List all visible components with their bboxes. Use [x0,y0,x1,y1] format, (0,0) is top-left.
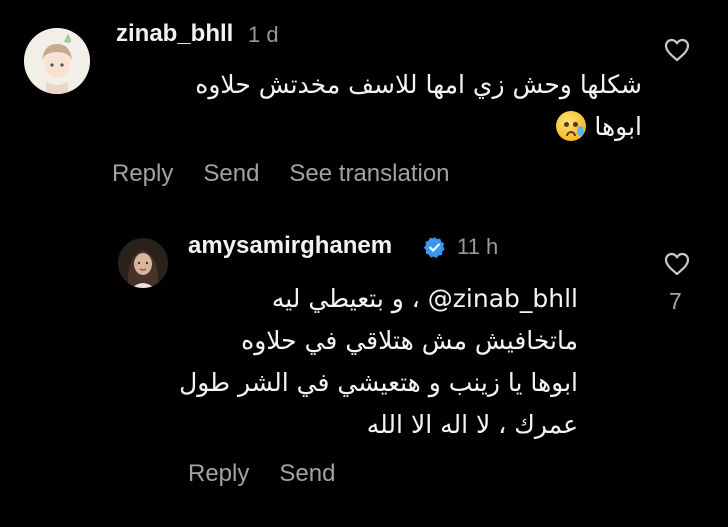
crying-face-icon [556,111,587,141]
reply-button[interactable]: Reply [188,460,249,488]
like-heart-icon[interactable] [664,38,690,62]
see-translation-button[interactable]: See translation [289,160,449,188]
avatar[interactable] [24,28,90,94]
comment-actions: Reply Send See translation [112,160,450,188]
reply-username[interactable]: amysamirghanem [188,232,392,260]
send-button[interactable]: Send [203,160,259,188]
comment-text-word: ابوها [594,112,642,141]
reply-text: @zinab_bhll ، و بتعيطي ليه ماتخافيش مش ه… [158,278,578,446]
reply-text-line: ماتخافيش مش هتلاقي في حلاوه [241,326,578,355]
reply-text-line: عمرك ، لا اله الا الله [366,410,578,439]
comment-text-line: ابوها [122,106,642,148]
comment-text: شكلها وحش زي امها للاسف مخدتش حلاوه ابوه… [122,64,642,148]
reply-text-fragment: ، و بتعيطي ليه [271,284,428,313]
comment-text-line: شكلها وحش زي امها للاسف مخدتش حلاوه [195,70,642,99]
reply-text-line: @zinab_bhll ، و بتعيطي ليه [158,278,578,320]
comments-screen: zinab_bhll 1 d شكلها وحش زي امها للاسف م… [0,0,728,527]
avatar-illustration-icon [24,28,90,94]
comment-username[interactable]: zinab_bhll [116,20,233,48]
reply-button[interactable]: Reply [112,160,173,188]
reply-timestamp: 11 h [457,234,499,259]
verified-badge-icon [423,236,446,259]
mention-link[interactable]: @zinab_bhll [428,284,578,313]
like-heart-icon[interactable] [664,252,690,276]
send-button[interactable]: Send [279,460,335,488]
reply-actions: Reply Send [188,460,335,488]
comment-timestamp: 1 d [248,22,279,47]
like-count[interactable]: 7 [669,288,682,315]
reply-text-line: ابوها يا زينب و هتعيشي في الشر طول [179,368,578,397]
